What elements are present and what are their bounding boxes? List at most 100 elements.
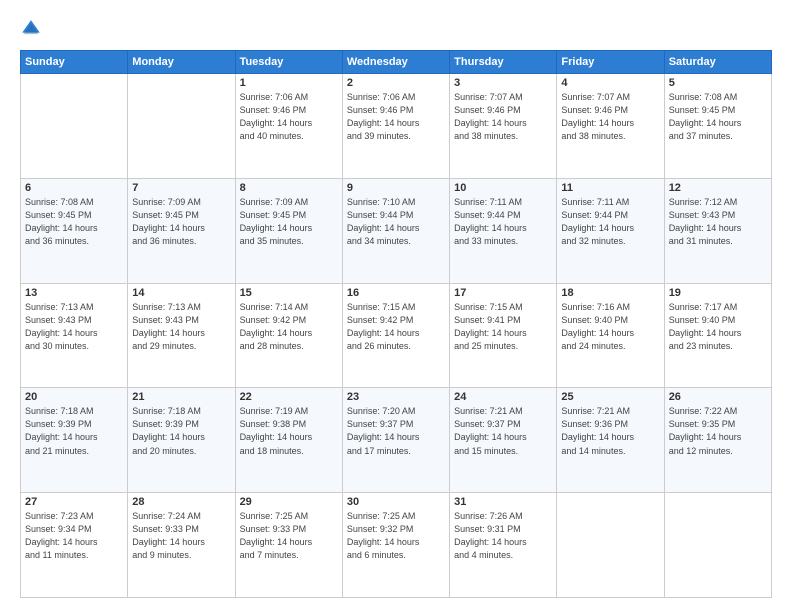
day-number: 3 [454, 77, 552, 89]
day-number: 27 [25, 496, 123, 508]
calendar-cell: 10Sunrise: 7:11 AMSunset: 9:44 PMDayligh… [450, 178, 557, 283]
header [20, 18, 772, 40]
day-info: Sunrise: 7:20 AMSunset: 9:37 PMDaylight:… [347, 405, 445, 457]
calendar-cell [21, 74, 128, 179]
day-number: 16 [347, 287, 445, 299]
calendar-cell: 17 Sunrise: 7:15 AMSunset: 9:41 PMDayligh… [450, 283, 557, 388]
calendar-cell: 9 Sunrise: 7:10 AMSunset: 9:44 PMDaylight… [342, 178, 449, 283]
calendar-cell: 18Sunrise: 7:16 AMSunset: 9:40 PMDayligh… [557, 283, 664, 388]
day-info: Sunrise: 7:06 AMSunset: 9:46 PMDaylight:… [347, 91, 445, 143]
calendar-cell: 28 Sunrise: 7:24 AMSunset: 9:33 PMDayligh… [128, 493, 235, 598]
logo-icon [20, 18, 42, 40]
day-number: 2 [347, 77, 445, 89]
day-info: Sunrise: 7:07 AMSunset: 9:46 PMDaylight:… [561, 91, 659, 143]
calendar-week-1: 1 Sunrise: 7:06 AMSunset: 9:46 PMDaylight… [21, 74, 772, 179]
day-info: Sunrise: 7:26 AMSunset: 9:31 PMDaylight:… [454, 510, 552, 562]
day-info: Sunrise: 7:13 AMSunset: 9:43 PMDaylight:… [25, 301, 123, 353]
day-number: 6 [25, 182, 123, 194]
day-info: Sunrise: 7:17 AMSunset: 9:40 PMDaylight:… [669, 301, 767, 353]
day-info: Sunrise: 7:09 AMSunset: 9:45 PMDaylight:… [132, 196, 230, 248]
calendar-cell: 4Sunrise: 7:07 AMSunset: 9:46 PMDaylight… [557, 74, 664, 179]
calendar-cell: 30 Sunrise: 7:25 AMSunset: 9:32 PMDayligh… [342, 493, 449, 598]
day-info: Sunrise: 7:09 AMSunset: 9:45 PMDaylight:… [240, 196, 338, 248]
day-info: Sunrise: 7:11 AMSunset: 9:44 PMDaylight:… [561, 196, 659, 248]
calendar-cell: 12 Sunrise: 7:12 AMSunset: 9:43 PMDayligh… [664, 178, 771, 283]
page: SundayMondayTuesdayWednesdayThursdayFrid… [0, 0, 792, 612]
day-info: Sunrise: 7:25 AMSunset: 9:32 PMDaylight:… [347, 510, 445, 562]
calendar-cell: 11 Sunrise: 7:11 AMSunset: 9:44 PMDayligh… [557, 178, 664, 283]
calendar-cell: 7 Sunrise: 7:09 AMSunset: 9:45 PMDaylight… [128, 178, 235, 283]
day-number: 26 [669, 391, 767, 403]
calendar-cell: 1 Sunrise: 7:06 AMSunset: 9:46 PMDaylight… [235, 74, 342, 179]
calendar-cell [664, 493, 771, 598]
calendar-table: SundayMondayTuesdayWednesdayThursdayFrid… [20, 50, 772, 598]
day-number: 29 [240, 496, 338, 508]
day-info: Sunrise: 7:15 AMSunset: 9:41 PMDaylight:… [454, 301, 552, 353]
calendar-cell: 20 Sunrise: 7:18 AMSunset: 9:39 PMDayligh… [21, 388, 128, 493]
calendar-cell: 13 Sunrise: 7:13 AMSunset: 9:43 PMDayligh… [21, 283, 128, 388]
calendar-cell: 25Sunrise: 7:21 AMSunset: 9:36 PMDayligh… [557, 388, 664, 493]
calendar-cell: 5 Sunrise: 7:08 AMSunset: 9:45 PMDaylight… [664, 74, 771, 179]
day-number: 25 [561, 391, 659, 403]
calendar-cell [557, 493, 664, 598]
weekday-header-monday: Monday [128, 51, 235, 74]
calendar-cell: 22 Sunrise: 7:19 AMSunset: 9:38 PMDayligh… [235, 388, 342, 493]
day-number: 17 [454, 287, 552, 299]
day-number: 10 [454, 182, 552, 194]
day-number: 9 [347, 182, 445, 194]
calendar-cell: 14 Sunrise: 7:13 AMSunset: 9:43 PMDayligh… [128, 283, 235, 388]
day-info: Sunrise: 7:24 AMSunset: 9:33 PMDaylight:… [132, 510, 230, 562]
day-info: Sunrise: 7:15 AMSunset: 9:42 PMDaylight:… [347, 301, 445, 353]
day-number: 12 [669, 182, 767, 194]
day-number: 14 [132, 287, 230, 299]
day-info: Sunrise: 7:18 AMSunset: 9:39 PMDaylight:… [25, 405, 123, 457]
calendar-cell: 19 Sunrise: 7:17 AMSunset: 9:40 PMDayligh… [664, 283, 771, 388]
calendar-cell: 6 Sunrise: 7:08 AMSunset: 9:45 PMDaylight… [21, 178, 128, 283]
day-info: Sunrise: 7:06 AMSunset: 9:46 PMDaylight:… [240, 91, 338, 143]
day-number: 11 [561, 182, 659, 194]
day-number: 24 [454, 391, 552, 403]
weekday-header-tuesday: Tuesday [235, 51, 342, 74]
day-info: Sunrise: 7:12 AMSunset: 9:43 PMDaylight:… [669, 196, 767, 248]
calendar-cell: 21 Sunrise: 7:18 AMSunset: 9:39 PMDayligh… [128, 388, 235, 493]
day-number: 15 [240, 287, 338, 299]
day-number: 8 [240, 182, 338, 194]
calendar-header-row: SundayMondayTuesdayWednesdayThursdayFrid… [21, 51, 772, 74]
calendar-cell: 8 Sunrise: 7:09 AMSunset: 9:45 PMDaylight… [235, 178, 342, 283]
calendar-cell: 3Sunrise: 7:07 AMSunset: 9:46 PMDaylight… [450, 74, 557, 179]
calendar-cell: 23 Sunrise: 7:20 AMSunset: 9:37 PMDayligh… [342, 388, 449, 493]
day-number: 5 [669, 77, 767, 89]
weekday-header-sunday: Sunday [21, 51, 128, 74]
day-info: Sunrise: 7:08 AMSunset: 9:45 PMDaylight:… [669, 91, 767, 143]
calendar-cell: 2 Sunrise: 7:06 AMSunset: 9:46 PMDaylight… [342, 74, 449, 179]
calendar-cell: 15 Sunrise: 7:14 AMSunset: 9:42 PMDayligh… [235, 283, 342, 388]
day-info: Sunrise: 7:10 AMSunset: 9:44 PMDaylight:… [347, 196, 445, 248]
day-number: 23 [347, 391, 445, 403]
calendar-week-3: 13 Sunrise: 7:13 AMSunset: 9:43 PMDayligh… [21, 283, 772, 388]
calendar-week-5: 27Sunrise: 7:23 AMSunset: 9:34 PMDayligh… [21, 493, 772, 598]
day-number: 28 [132, 496, 230, 508]
day-info: Sunrise: 7:19 AMSunset: 9:38 PMDaylight:… [240, 405, 338, 457]
day-number: 18 [561, 287, 659, 299]
calendar-cell: 31 Sunrise: 7:26 AMSunset: 9:31 PMDayligh… [450, 493, 557, 598]
day-number: 13 [25, 287, 123, 299]
day-info: Sunrise: 7:14 AMSunset: 9:42 PMDaylight:… [240, 301, 338, 353]
day-info: Sunrise: 7:08 AMSunset: 9:45 PMDaylight:… [25, 196, 123, 248]
day-number: 30 [347, 496, 445, 508]
day-number: 21 [132, 391, 230, 403]
day-info: Sunrise: 7:13 AMSunset: 9:43 PMDaylight:… [132, 301, 230, 353]
calendar-cell: 24Sunrise: 7:21 AMSunset: 9:37 PMDayligh… [450, 388, 557, 493]
day-info: Sunrise: 7:25 AMSunset: 9:33 PMDaylight:… [240, 510, 338, 562]
day-number: 31 [454, 496, 552, 508]
weekday-header-wednesday: Wednesday [342, 51, 449, 74]
calendar-cell [128, 74, 235, 179]
day-info: Sunrise: 7:22 AMSunset: 9:35 PMDaylight:… [669, 405, 767, 457]
day-info: Sunrise: 7:18 AMSunset: 9:39 PMDaylight:… [132, 405, 230, 457]
day-number: 19 [669, 287, 767, 299]
day-number: 22 [240, 391, 338, 403]
calendar-week-4: 20 Sunrise: 7:18 AMSunset: 9:39 PMDayligh… [21, 388, 772, 493]
day-number: 1 [240, 77, 338, 89]
day-number: 7 [132, 182, 230, 194]
day-number: 20 [25, 391, 123, 403]
calendar-cell: 16 Sunrise: 7:15 AMSunset: 9:42 PMDayligh… [342, 283, 449, 388]
